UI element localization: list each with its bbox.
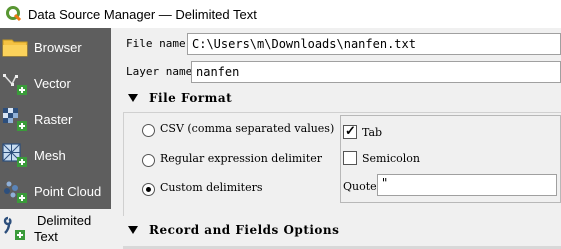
quote-label: Quote [343, 180, 377, 193]
mesh-add-icon [2, 143, 27, 167]
sidebar-item-label: Mesh [34, 147, 66, 163]
raster-add-icon [3, 108, 27, 131]
layer-name-row: Layer name nanfen [111, 60, 561, 83]
sidebar-item-label: Point Cloud [34, 183, 102, 199]
custom-delimiters-box: ✓ Tab Semicolon Quote " [340, 115, 561, 203]
custom-delimiters-radio[interactable] [142, 182, 155, 196]
sidebar-item-label-line2: Text [34, 229, 58, 244]
file-name-label: File name [126, 37, 186, 50]
check-icon: ✓ [345, 123, 356, 138]
qgis-logo-icon [6, 6, 22, 22]
tab-checkbox[interactable]: ✓ [343, 123, 357, 139]
title-bar: Data Source Manager — Delimited Text [0, 0, 561, 28]
csv-radio[interactable] [142, 123, 155, 137]
sidebar: Browser Vector Raster Mesh Point Cloud D… [0, 28, 111, 249]
window-title: Data Source Manager — Delimited Text [28, 6, 257, 22]
tab-checkbox-label: Tab [362, 126, 383, 139]
sidebar-item-label: Browser [34, 39, 82, 55]
main-panel: File name C:\Users\m\Downloads\nanfen.tx… [111, 28, 561, 249]
vector-add-icon [3, 74, 27, 95]
folder-icon [2, 39, 28, 57]
sidebar-item-delimited-text[interactable]: Delimited Text [0, 209, 111, 249]
file-format-header[interactable]: File Format [111, 86, 561, 110]
record-fields-title: Record and Fields Options [149, 223, 340, 237]
quote-input[interactable]: " [377, 174, 557, 196]
custom-delimiters-radio-label: Custom delimiters [160, 181, 263, 194]
regex-radio-label: Regular expression delimiter [160, 152, 323, 165]
semicolon-checkbox-label: Semicolon [362, 152, 421, 165]
file-name-input[interactable]: C:\Users\m\Downloads\nanfen.txt [187, 33, 561, 55]
point-cloud-add-icon [4, 181, 27, 203]
regex-radio-option[interactable]: Regular expression delimiter [142, 151, 322, 169]
sidebar-item-label: Delimited Text [34, 213, 91, 245]
sidebar-item-label: Vector [34, 75, 71, 91]
sidebar-item-point-cloud[interactable]: Point Cloud [0, 173, 111, 209]
layer-name-label: Layer name [126, 65, 193, 78]
sidebar-item-label: Raster [34, 111, 73, 127]
regex-radio[interactable] [142, 153, 155, 167]
semicolon-checkbox[interactable] [343, 151, 357, 165]
collapse-arrow-icon [128, 226, 138, 234]
file-name-row: File name C:\Users\m\Downloads\nanfen.tx… [111, 32, 561, 55]
csv-radio-option[interactable]: CSV (comma separated values) [142, 121, 334, 139]
sidebar-item-vector[interactable]: Vector [0, 65, 111, 101]
sidebar-item-mesh[interactable]: Mesh [0, 137, 111, 173]
collapse-arrow-icon [128, 94, 138, 102]
record-fields-header[interactable]: Record and Fields Options [111, 218, 561, 242]
sidebar-item-browser[interactable]: Browser [0, 29, 111, 65]
custom-delimiters-radio-option[interactable]: Custom delimiters [142, 180, 263, 198]
sidebar-item-label-line1: Delimited [37, 213, 92, 228]
csv-radio-label: CSV (comma separated values) [160, 122, 335, 135]
delimited-text-add-icon [3, 216, 25, 240]
layer-name-input[interactable]: nanfen [191, 61, 561, 83]
file-format-title: File Format [149, 91, 233, 105]
sidebar-item-raster[interactable]: Raster [0, 101, 111, 137]
